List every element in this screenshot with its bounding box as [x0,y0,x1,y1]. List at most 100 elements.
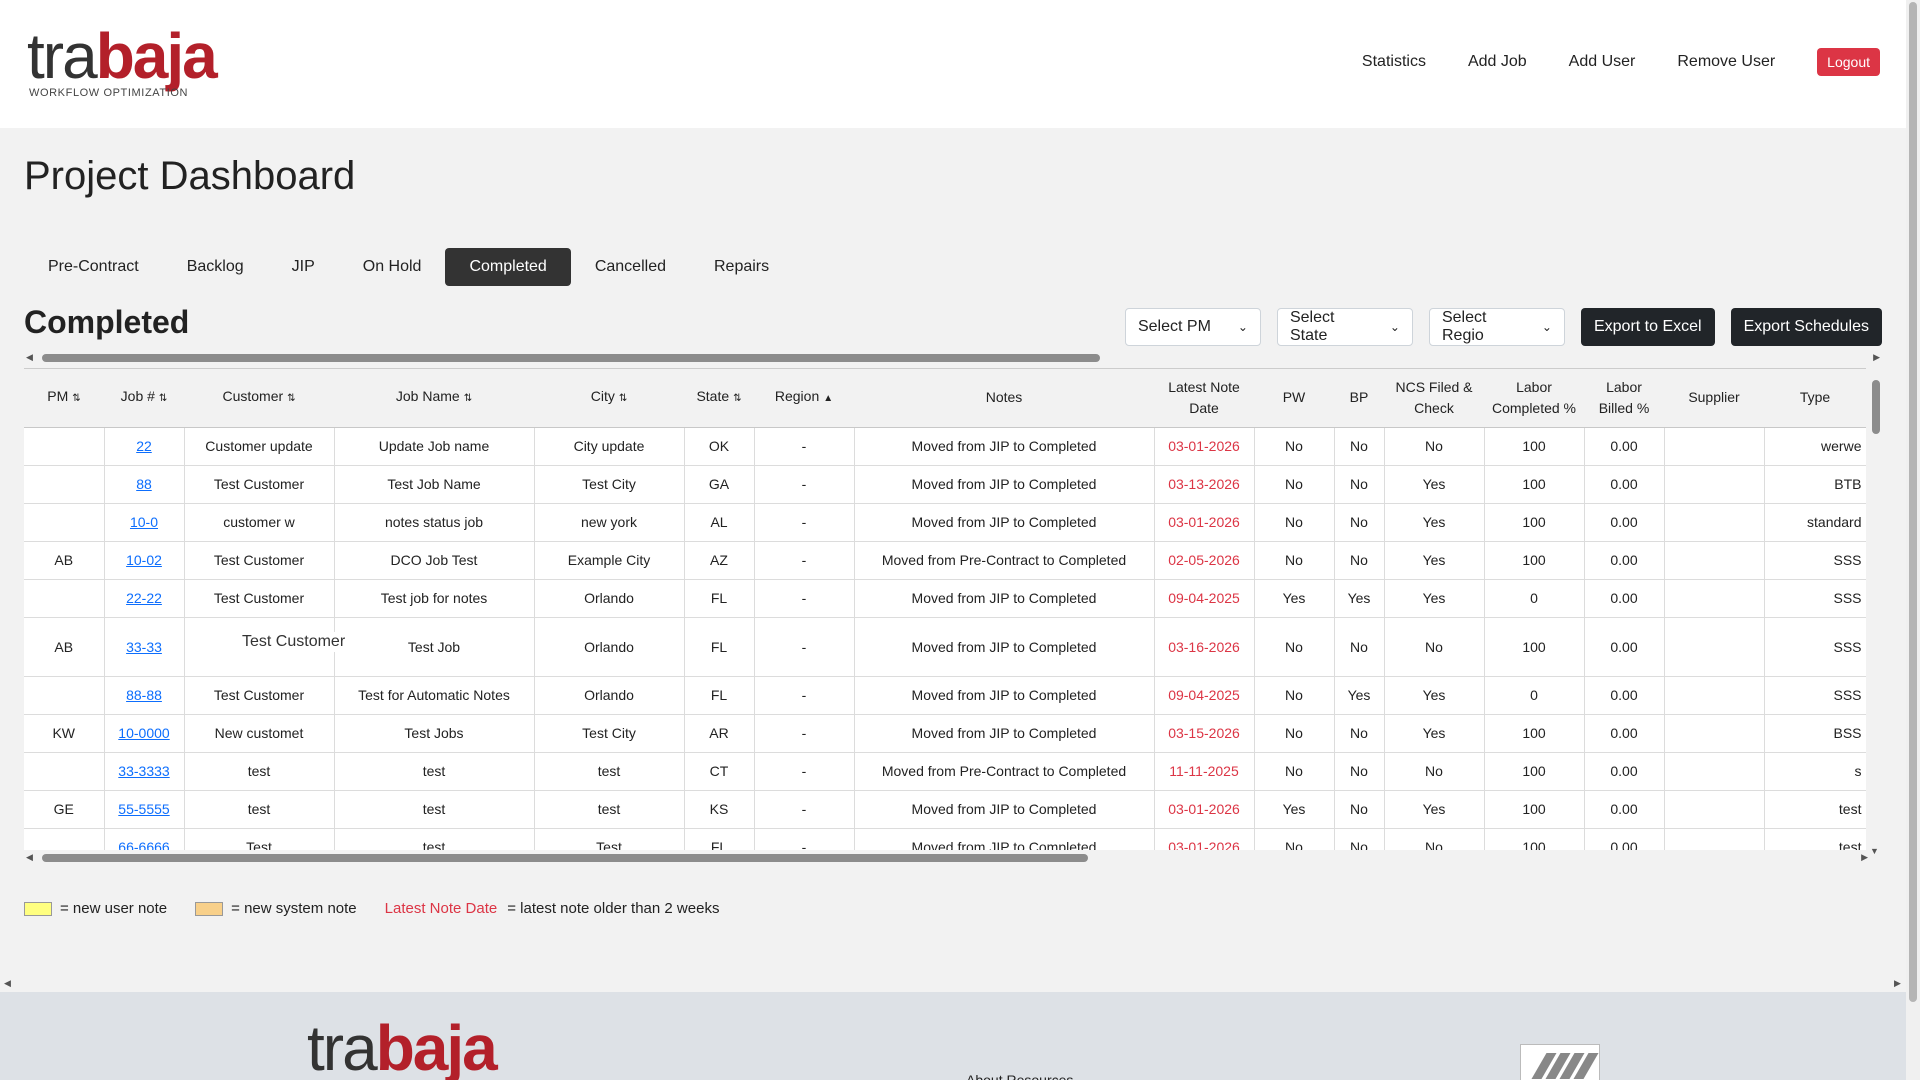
cell-labor-billed: 0.00 [1584,828,1665,850]
table-top-scrollbar[interactable]: ◀ ▶ [24,352,1882,364]
cell-city: test [534,752,685,791]
scrollbar-thumb[interactable] [42,854,1088,862]
cell-ncs: No [1384,617,1485,677]
job-number-link[interactable]: 10-0000 [118,725,169,741]
page-scroll-right-arrow-icon[interactable]: ▶ [1894,978,1901,989]
select-region[interactable]: Select Regio ⌄ [1428,308,1565,346]
export-schedules-button[interactable]: Export Schedules [1730,308,1882,346]
cell-notes: Moved from JIP to Completed [854,427,1155,466]
table-bottom-scrollbar[interactable]: ◀ ▶ [24,852,1870,864]
cell-ncs: Yes [1384,503,1485,542]
scrollbar-thumb[interactable] [42,354,1100,362]
job-number-link[interactable]: 10-0 [130,514,158,530]
nav-statistics[interactable]: Statistics [1362,53,1426,71]
cell-city: Test [534,828,685,850]
job-number-link[interactable]: 88 [136,476,152,492]
sort-icon[interactable]: ⇅ [619,393,627,404]
tab-jip[interactable]: JIP [268,248,339,286]
footer-logo[interactable]: trabaja [307,1016,498,1080]
sort-icon[interactable]: ⇅ [464,393,472,404]
jobs-table: PM ⇅ Job # ⇅ Customer ⇅ Job Name ⇅ City ⇅ State ⇅ Re… [24,369,1866,850]
cell-region: - [754,427,855,466]
cell-bp: No [1334,617,1385,677]
column-header-job[interactable]: Job # ⇅ [104,369,184,428]
cell-customer: New customet [184,714,335,753]
nav-remove-user[interactable]: Remove User [1677,53,1775,71]
cell-labor-billed: 0.00 [1584,676,1665,715]
page-scroll-left-arrow-icon[interactable]: ◀ [4,978,11,989]
cell-state: GA [684,465,755,504]
scroll-right-arrow-icon[interactable]: ▶ [1873,352,1880,363]
cell-ncs: No [1384,828,1485,850]
scroll-down-arrow-icon[interactable]: ▼ [1870,846,1879,856]
cell-job-name: test [334,752,535,791]
nav-add-job[interactable]: Add Job [1468,53,1527,71]
job-number-link[interactable]: 33-33 [126,639,162,655]
trabaja-logo[interactable]: trabaja WORKFLOW OPTIMIZATION [27,24,227,102]
cell-date: 03-01-2026 [1154,503,1255,542]
column-header-state[interactable]: State ⇅ [684,369,754,428]
footer-links[interactable]: About Resources [966,1072,1073,1080]
select-pm[interactable]: Select PM ⌄ [1124,308,1261,346]
cell-state: FL [684,828,755,850]
cell-date: 02-05-2026 [1154,541,1255,580]
sort-asc-icon[interactable]: ▲ [823,393,833,404]
job-number-link[interactable]: 10-02 [126,552,162,568]
nav-add-user[interactable]: Add User [1569,53,1636,71]
scroll-left-arrow-icon[interactable]: ◀ [26,352,33,363]
tab-on-hold[interactable]: On Hold [339,248,446,286]
tab-pre-contract[interactable]: Pre-Contract [24,248,163,286]
table-vertical-scrollbar[interactable]: ▼ [1870,380,1882,856]
select-state[interactable]: Select State ⌄ [1276,308,1413,346]
cell-region: - [754,752,855,791]
export-excel-button[interactable]: Export to Excel [1580,308,1715,346]
cell-supplier [1664,714,1765,753]
scrollbar-thumb[interactable] [1872,380,1880,434]
scrollbar-thumb[interactable] [1909,2,1917,1002]
window-vertical-scrollbar[interactable] [1906,0,1920,1080]
logout-button[interactable]: Logout [1817,48,1880,76]
cell-region: - [754,503,855,542]
job-number-link[interactable]: 66-6666 [118,839,169,850]
table-row: AB 10-02 Test Customer DCO Job Test Example … [24,541,1866,580]
scroll-right-arrow-icon[interactable]: ▶ [1861,852,1868,863]
job-number-link[interactable]: 88-88 [126,687,162,703]
tab-cancelled[interactable]: Cancelled [571,248,690,286]
cell-ncs: No [1384,752,1485,791]
cell-city: Test City [534,714,685,753]
column-header-city[interactable]: City ⇅ [534,369,684,428]
job-number-link[interactable]: 33-3333 [118,763,169,779]
cell-supplier [1664,676,1765,715]
job-number-link[interactable]: 22-22 [126,590,162,606]
cell-state: KS [684,790,755,829]
cell-supplier [1664,790,1765,829]
sort-icon[interactable]: ⇅ [733,393,741,404]
tab-backlog[interactable]: Backlog [163,248,268,286]
column-header-job-name[interactable]: Job Name ⇅ [334,369,534,428]
cell-ncs: Yes [1384,465,1485,504]
cell-notes: Moved from JIP to Completed [854,503,1155,542]
column-header-region[interactable]: Region ▲ [754,369,854,428]
column-header-customer[interactable]: Customer ⇅ [184,369,334,428]
cell-customer: Test Customer [184,676,335,715]
sort-icon[interactable]: ⇅ [159,393,167,404]
sort-icon[interactable]: ⇅ [287,393,295,404]
job-number-link[interactable]: 55-5555 [118,801,169,817]
cell-job-name: Test Job Name [334,465,535,504]
tab-completed[interactable]: Completed [445,248,571,286]
cell-city: Example City [534,541,685,580]
cell-pm [24,752,105,791]
column-header-pm[interactable]: PM ⇅ [24,369,104,428]
cell-supplier [1664,503,1765,542]
cell-job: 10-02 [104,541,185,580]
tab-repairs[interactable]: Repairs [690,248,793,286]
table-row: 22 Customer update Update Job name City upd… [24,427,1866,466]
cell-pw: No [1254,714,1335,753]
legend-date: Latest Note Date = latest note older tha… [384,900,720,917]
cell-pm [24,579,105,618]
cell-tooltip: Test Customer [240,632,348,652]
sort-icon[interactable]: ⇅ [72,393,80,404]
scroll-left-arrow-icon[interactable]: ◀ [26,852,33,863]
job-number-link[interactable]: 22 [136,438,152,454]
cell-type: standard [1764,503,1866,542]
